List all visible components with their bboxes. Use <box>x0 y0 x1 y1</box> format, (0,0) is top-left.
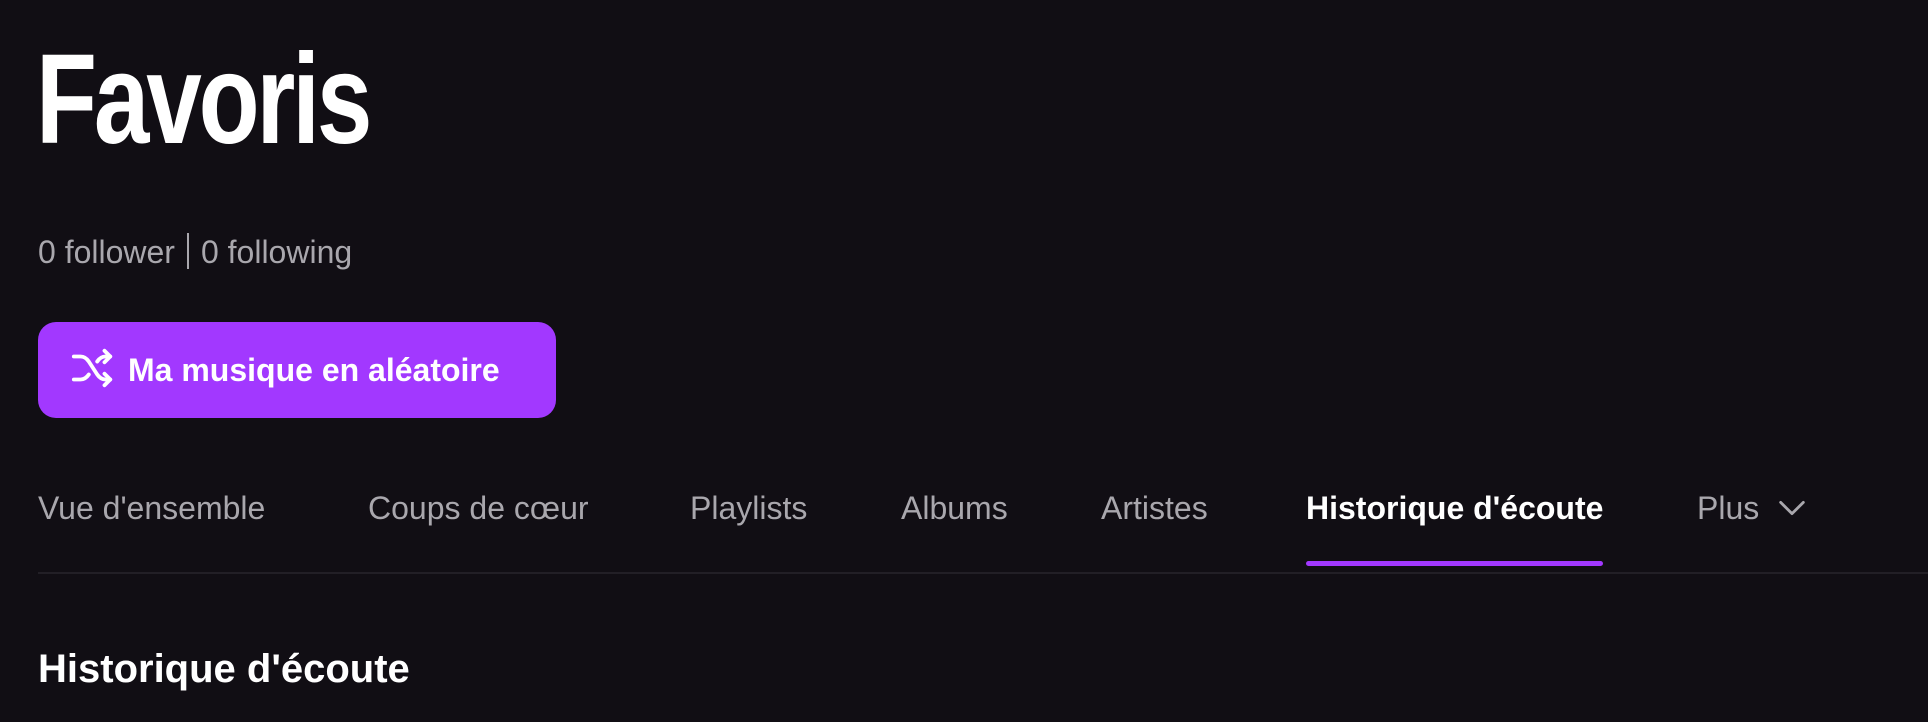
tab-artists[interactable]: Artistes <box>1101 480 1208 572</box>
tab-label: Vue d'ensemble <box>38 490 266 526</box>
tab-albums[interactable]: Albums <box>901 480 1008 572</box>
chevron-down-icon <box>1759 490 1809 526</box>
tab-label: Plus <box>1697 490 1760 526</box>
following-count[interactable]: 0 following <box>201 234 352 270</box>
tab-favorites[interactable]: Coups de cœur <box>368 480 589 572</box>
shuffle-icon <box>70 345 128 396</box>
tab-label: Historique d'écoute <box>1306 490 1604 526</box>
shuffle-music-button[interactable]: Ma musique en aléatoire <box>38 322 556 418</box>
followers-count[interactable]: 0 follower <box>38 234 175 270</box>
tab-overview[interactable]: Vue d'ensemble <box>38 480 265 572</box>
favorites-page: Favoris 0 follower 0 following Ma musique… <box>0 0 1928 722</box>
tab-listening-history[interactable]: Historique d'écoute <box>1306 480 1604 572</box>
page-title: Favoris <box>36 28 372 171</box>
tab-more[interactable]: Plus <box>1697 480 1809 572</box>
tab-label: Playlists <box>690 490 808 526</box>
divider <box>186 233 189 269</box>
tab-label: Albums <box>901 490 1008 526</box>
section-title: Historique d'écoute <box>38 647 410 691</box>
tab-label: Artistes <box>1101 490 1208 526</box>
tab-label: Coups de cœur <box>368 490 589 526</box>
tab-bar: Vue d'ensemble Coups de cœur Playlists A… <box>38 480 1928 574</box>
follow-stats: 0 follower 0 following <box>38 232 352 272</box>
shuffle-button-label: Ma musique en aléatoire <box>128 351 500 388</box>
tab-playlists[interactable]: Playlists <box>690 480 807 572</box>
